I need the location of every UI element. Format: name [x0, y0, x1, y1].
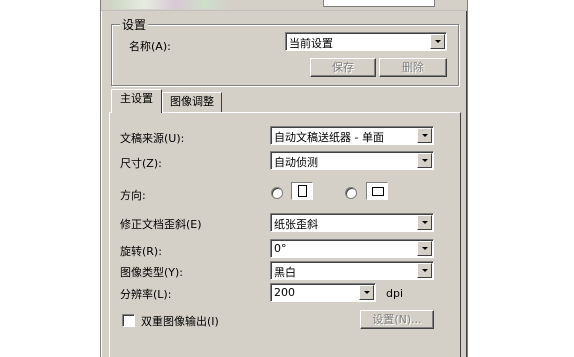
size-value: 自动侦测	[274, 156, 318, 169]
title-strip	[101, 0, 467, 11]
size-label: 尺寸(Z):	[120, 157, 162, 170]
chevron-down-icon[interactable]	[417, 241, 432, 256]
chevron-down-icon[interactable]	[359, 285, 374, 300]
deskew-value: 纸张歪斜	[274, 218, 318, 231]
rotation-label: 旋转(R):	[120, 245, 162, 258]
chevron-down-icon[interactable]	[417, 153, 432, 168]
title-graphic	[109, 0, 229, 9]
image-type-combo[interactable]: 黑白	[270, 261, 434, 280]
chevron-down-icon[interactable]	[430, 34, 445, 49]
image-type-label: 图像类型(Y):	[120, 266, 184, 279]
orientation-label: 方向:	[120, 189, 146, 202]
resolution-label: 分辨率(L):	[120, 288, 172, 301]
name-combo-value: 当前设置	[289, 37, 333, 50]
rotation-combo[interactable]: 0°	[270, 239, 434, 258]
image-type-value: 黑白	[274, 266, 296, 279]
main-settings-panel: 文稿来源(U): 自动文稿送纸器 - 单面 尺寸(Z): 自动侦测 方向: 修正…	[109, 112, 461, 357]
dual-output-checkbox[interactable]	[122, 314, 135, 327]
document-source-value: 自动文稿送纸器 - 单面	[274, 131, 384, 144]
deskew-combo[interactable]: 纸张歪斜	[270, 213, 434, 232]
settings-button[interactable]: 设置(N)...	[360, 310, 434, 329]
settings-group-title: 设置	[120, 16, 149, 33]
name-label: 名称(A):	[129, 40, 171, 53]
resolution-unit: dpi	[386, 287, 404, 300]
delete-button[interactable]: 删除	[379, 58, 447, 77]
chevron-down-icon[interactable]	[417, 215, 432, 230]
resolution-combo[interactable]: 200	[270, 283, 376, 302]
landscape-radio[interactable]	[345, 187, 357, 199]
dual-output-label: 双重图像输出(I)	[141, 315, 219, 328]
chevron-down-icon[interactable]	[417, 263, 432, 278]
title-field	[323, 0, 435, 7]
tab-main-settings[interactable]: 主设置	[111, 89, 162, 113]
size-combo[interactable]: 自动侦测	[270, 151, 434, 170]
portrait-icon	[291, 182, 313, 200]
name-combo[interactable]: 当前设置	[285, 32, 447, 51]
save-button[interactable]: 保存	[310, 58, 376, 77]
rotation-value: 0°	[274, 242, 287, 255]
tab-image-adjust[interactable]: 图像调整	[162, 92, 222, 112]
chevron-down-icon[interactable]	[417, 128, 432, 143]
deskew-label: 修正文档歪斜(E)	[120, 218, 202, 231]
document-source-label: 文稿来源(U):	[120, 132, 185, 145]
resolution-value: 200	[274, 286, 295, 299]
scanner-settings-dialog: 设置 名称(A): 当前设置 保存 删除 主设置 图像调整 文稿来源(U): 自…	[100, 0, 468, 357]
document-source-combo[interactable]: 自动文稿送纸器 - 单面	[270, 126, 434, 145]
landscape-icon	[366, 182, 388, 200]
portrait-radio[interactable]	[271, 187, 283, 199]
